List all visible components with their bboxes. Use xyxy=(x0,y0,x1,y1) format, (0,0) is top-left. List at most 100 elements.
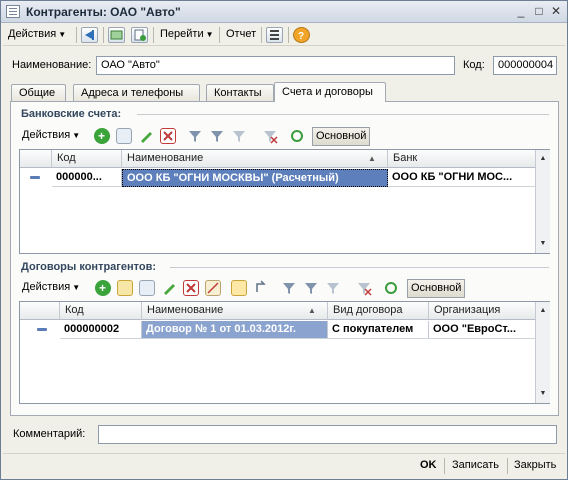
filter-history-icon[interactable] xyxy=(231,128,247,144)
column-header-bank[interactable]: Банк xyxy=(388,150,536,168)
form-footer: OK Записать Закрыть xyxy=(3,453,565,475)
scroll-up-icon[interactable]: ▲ xyxy=(536,152,550,166)
tab-accounts-contracts[interactable]: Счета и договоры xyxy=(274,82,386,102)
copy-icon[interactable] xyxy=(139,280,155,296)
separator xyxy=(103,27,104,43)
accounts-contracts-panel: Банковские счета: Действия ▼ + Основной К… xyxy=(10,101,559,416)
contracts-grid-toolbar: Действия ▼ + Основной xyxy=(19,277,549,299)
copy-document-icon[interactable] xyxy=(131,27,148,43)
close-button[interactable]: Закрыть xyxy=(514,458,556,474)
copy-icon[interactable] xyxy=(116,128,132,144)
delete-icon[interactable] xyxy=(160,128,176,144)
column-header-code[interactable]: Код xyxy=(52,150,122,168)
scroll-up-icon[interactable]: ▲ xyxy=(536,304,550,318)
actions-menu-label: Действия xyxy=(8,28,57,40)
bank-row-name[interactable]: ООО КБ "ОГНИ МОСКВЫ" (Расчетный) xyxy=(122,169,388,187)
sort-icon: ▲ xyxy=(308,306,316,315)
bank-row-code[interactable]: 000000... xyxy=(52,169,122,187)
contracts-section-title: Договоры контрагентов: xyxy=(21,261,157,273)
separator xyxy=(288,27,289,43)
add-folder-icon[interactable] xyxy=(117,280,133,296)
column-header-kind[interactable]: Вид договора xyxy=(328,302,429,320)
contracts-actions-menu[interactable]: Действия ▼ xyxy=(19,279,83,298)
refresh-list-icon[interactable] xyxy=(383,280,399,296)
bank-row-bank[interactable]: ООО КБ "ОГНИ МОС... xyxy=(388,169,536,187)
code-field[interactable]: 000000004 xyxy=(493,56,557,75)
svg-text:+: + xyxy=(99,281,106,295)
minimize-button[interactable]: _ xyxy=(513,4,529,19)
contracts-actions-label: Действия xyxy=(22,281,71,293)
sort-icon: ▲ xyxy=(368,154,376,163)
bank-section-title: Банковские счета: xyxy=(21,108,122,120)
contractor-window: Контрагенты: ОАО "Авто" _ □ ✕ Действия ▼ … xyxy=(0,0,568,480)
section-divider xyxy=(137,114,549,115)
delete-icon[interactable] xyxy=(183,280,199,296)
filter-history-icon[interactable] xyxy=(325,280,341,296)
scroll-down-icon[interactable]: ▼ xyxy=(536,237,550,251)
clear-filter-icon[interactable] xyxy=(262,128,278,144)
actions-menu[interactable]: Действия ▼ xyxy=(5,26,69,44)
contract-row-name[interactable]: Договор № 1 от 01.03.2012г. xyxy=(142,321,328,339)
filter-settings-icon[interactable] xyxy=(187,128,203,144)
filter-by-value-icon[interactable] xyxy=(209,128,225,144)
goto-list-icon[interactable] xyxy=(81,27,98,43)
goto-menu-label: Перейти xyxy=(160,28,204,40)
contract-row-code[interactable]: 000000002 xyxy=(60,321,142,339)
filter-settings-icon[interactable] xyxy=(281,280,297,296)
separator xyxy=(507,458,508,474)
column-header-name[interactable]: Наименование xyxy=(142,302,328,320)
bank-set-main-button[interactable]: Основной xyxy=(312,127,371,146)
row-status-icon xyxy=(37,328,47,331)
column-header-org[interactable]: Организация xyxy=(429,302,536,320)
bank-grid-scrollbar[interactable]: ▲ ▼ xyxy=(535,150,550,253)
tab-contacts[interactable]: Контакты xyxy=(206,84,274,102)
structure-icon[interactable] xyxy=(266,27,283,43)
contracts-set-main-button[interactable]: Основной xyxy=(407,279,466,298)
comment-field[interactable] xyxy=(98,425,557,444)
tab-addresses[interactable]: Адреса и телефоны xyxy=(73,84,200,102)
hierarchy-view-icon[interactable] xyxy=(231,280,247,296)
clear-filter-icon[interactable] xyxy=(356,280,372,296)
bank-actions-menu[interactable]: Действия ▼ xyxy=(19,127,83,146)
maximize-button[interactable]: □ xyxy=(531,4,547,19)
dropdown-arrow-icon: ▼ xyxy=(72,131,81,140)
refresh-icon[interactable] xyxy=(108,27,125,43)
name-field[interactable]: ОАО "Авто" xyxy=(96,56,455,75)
report-button[interactable]: Отчет xyxy=(223,26,259,44)
refresh-list-icon[interactable] xyxy=(289,128,305,144)
column-header-name[interactable]: Наименование xyxy=(122,150,388,168)
level-up-icon[interactable] xyxy=(253,280,269,296)
contracts-grid-scrollbar[interactable]: ▲ ▼ xyxy=(535,302,550,403)
separator xyxy=(153,27,154,43)
dropdown-arrow-icon: ▼ xyxy=(72,283,81,292)
scroll-down-icon[interactable]: ▼ xyxy=(536,387,550,401)
comment-label: Комментарий: xyxy=(13,428,86,440)
bank-actions-label: Действия xyxy=(22,129,71,141)
separator xyxy=(261,27,262,43)
name-label: Наименование: xyxy=(12,59,92,71)
edit-pencil-icon[interactable] xyxy=(161,280,177,296)
save-button[interactable]: Записать xyxy=(452,458,499,474)
add-icon[interactable]: + xyxy=(95,280,111,296)
filter-by-value-icon[interactable] xyxy=(303,280,319,296)
goto-menu[interactable]: Перейти ▼ xyxy=(157,26,217,44)
bank-accounts-grid[interactable]: Код Наименование ▲ Банк 000000... ООО КБ… xyxy=(19,149,550,254)
add-icon[interactable]: + xyxy=(94,128,110,144)
title-bar[interactable]: Контрагенты: ОАО "Авто" _ □ ✕ xyxy=(1,1,567,23)
column-header-code[interactable]: Код xyxy=(60,302,142,320)
code-label: Код: xyxy=(463,59,485,71)
separator xyxy=(76,27,77,43)
window-title: Контрагенты: ОАО "Авто" xyxy=(26,5,181,19)
help-icon[interactable]: ? xyxy=(293,27,310,43)
ok-button[interactable]: OK xyxy=(420,458,437,474)
tab-general[interactable]: Общие xyxy=(11,84,66,102)
dropdown-arrow-icon: ▼ xyxy=(205,30,214,39)
edit-pencil-icon[interactable] xyxy=(138,128,154,144)
mark-deleted-icon[interactable] xyxy=(205,280,221,296)
column-header-icon xyxy=(20,150,52,168)
close-window-button[interactable]: ✕ xyxy=(548,4,564,19)
svg-text:+: + xyxy=(98,129,105,143)
contracts-grid[interactable]: Код Наименование ▲ Вид договора Организа… xyxy=(19,301,550,404)
contract-row-kind[interactable]: С покупателем xyxy=(328,321,429,339)
contract-row-org[interactable]: ООО "ЕвроСт... xyxy=(429,321,536,339)
